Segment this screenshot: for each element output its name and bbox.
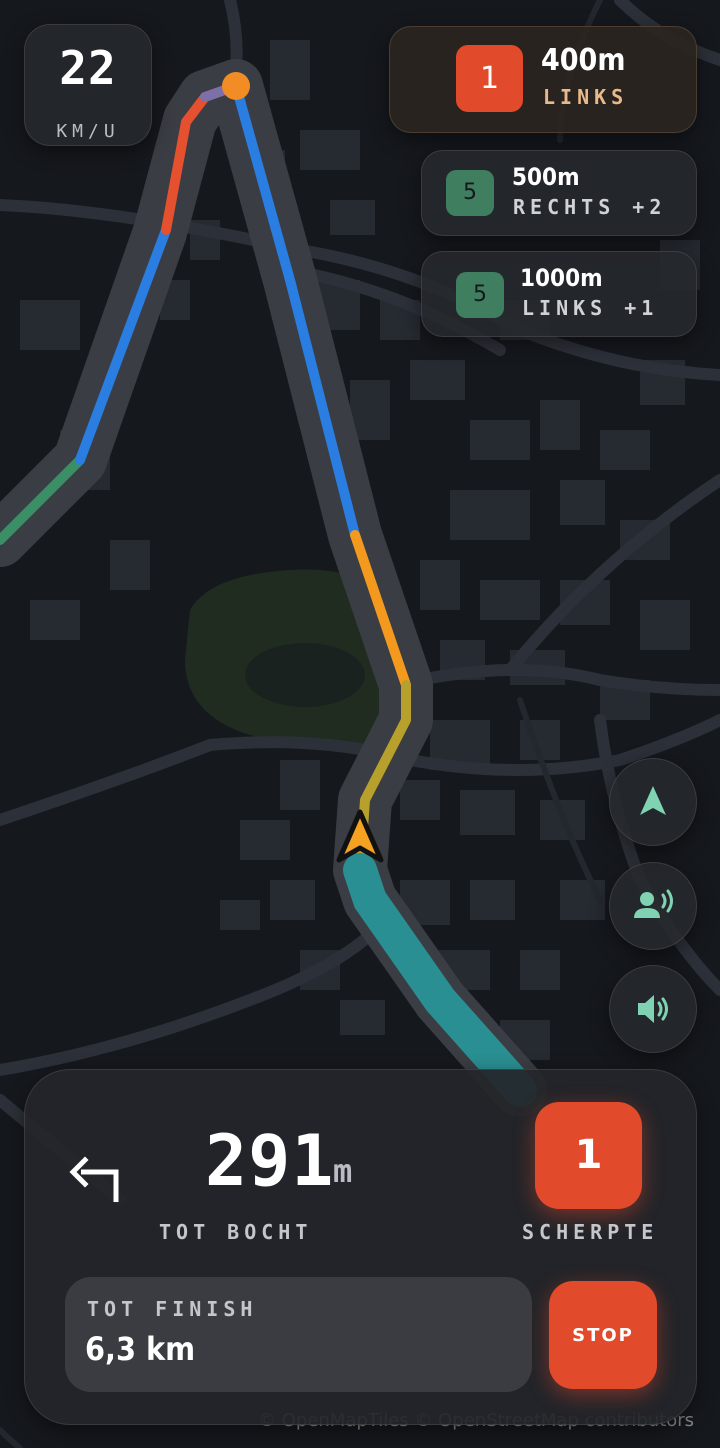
navigation-panel: 291 m TOT BOCHT 1 SCHERPTE TOT FINISH 6,… (24, 1069, 697, 1425)
voice-icon (634, 889, 673, 918)
turn-severity-label: SCHERPTE (522, 1220, 659, 1244)
upcoming-turn-1: 1 400m LINKS (389, 26, 697, 133)
turn-distance-label: TOT BOCHT (159, 1220, 313, 1244)
turn-distance-value: 291 (205, 1120, 335, 1202)
turn-direction: LINKS +1 (522, 296, 659, 320)
turn-severity-badge: 1 (456, 45, 523, 112)
turn-left-icon (69, 1156, 119, 1202)
finish-value: 6,3 km (85, 1330, 196, 1368)
turn-severity-badge: 1 (535, 1102, 642, 1209)
turn-severity-badge: 5 (456, 272, 504, 318)
turn-severity-badge: 5 (446, 170, 494, 216)
sound-button[interactable] (609, 965, 697, 1053)
recenter-button[interactable] (609, 758, 697, 846)
speed-value: 22 (59, 41, 117, 95)
destination-marker (222, 72, 250, 100)
voice-guidance-button[interactable] (609, 862, 697, 950)
turn-distance: 400m (541, 43, 626, 78)
turn-distance: 500m (512, 163, 580, 191)
speed-unit: KM/U (56, 121, 120, 142)
finish-distance-box: TOT FINISH 6,3 km (65, 1277, 532, 1392)
turn-direction: LINKS (543, 85, 629, 109)
upcoming-turn-2: 5 500m RECHTS +2 (421, 150, 697, 236)
upcoming-turn-3: 5 1000m LINKS +1 (421, 251, 697, 337)
speaker-icon (638, 995, 668, 1023)
speed-indicator: 22 KM/U (24, 24, 152, 146)
finish-label: TOT FINISH (87, 1297, 258, 1321)
turn-distance: 1000m (520, 264, 603, 292)
turn-direction: RECHTS +2 (513, 195, 667, 219)
turn-distance-unit: m (333, 1152, 353, 1190)
navigation-arrow-icon (640, 786, 666, 815)
stop-button[interactable]: STOP (549, 1281, 657, 1389)
